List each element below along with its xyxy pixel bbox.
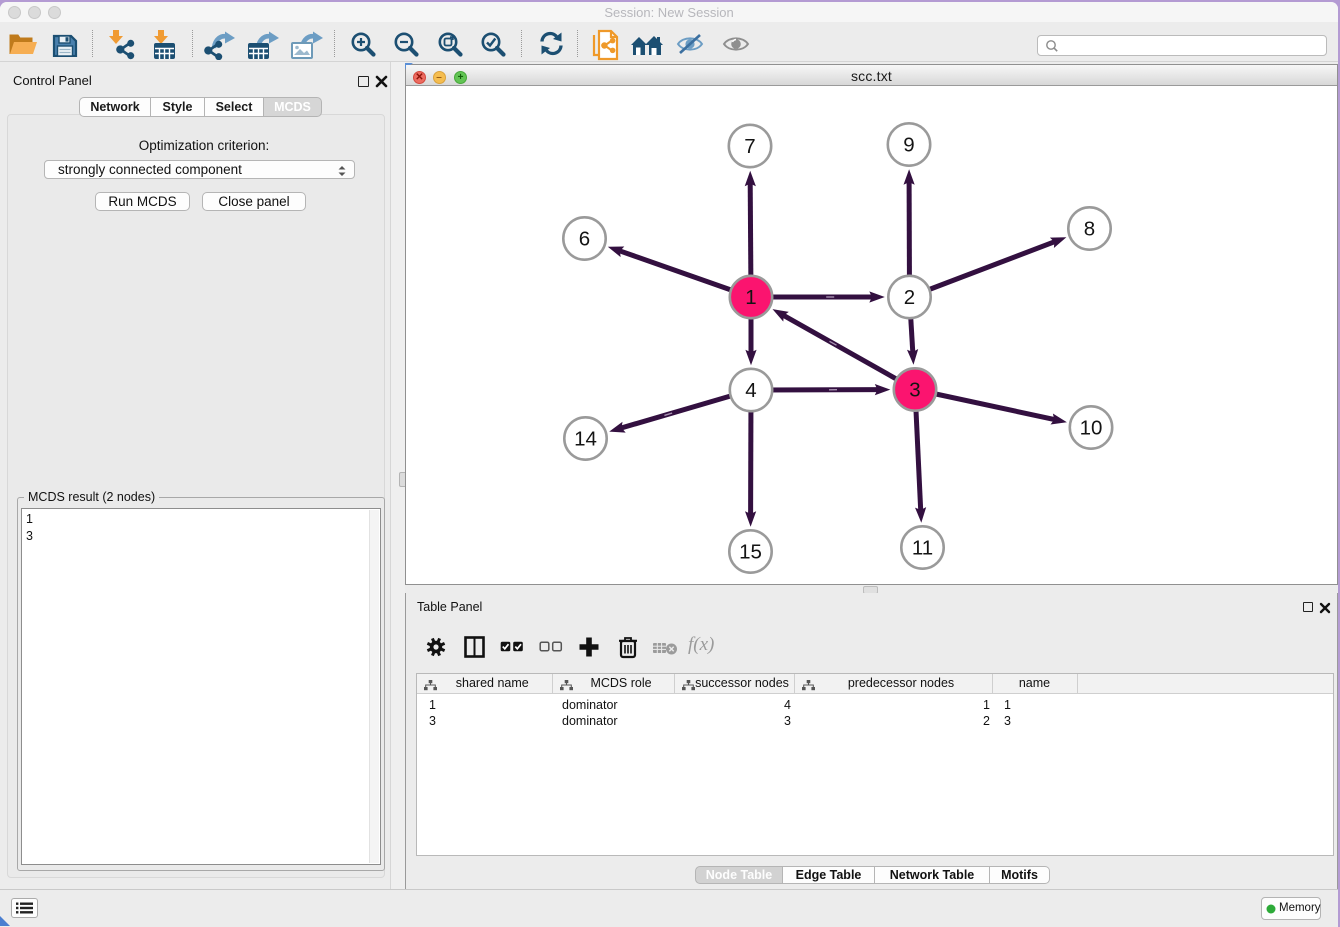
svg-text:2: 2	[904, 286, 915, 309]
svg-text:1: 1	[745, 286, 756, 309]
svg-text:14: 14	[574, 428, 597, 451]
svg-text:15: 15	[739, 541, 762, 564]
svg-text:6: 6	[579, 228, 590, 251]
svg-text:8: 8	[1084, 218, 1095, 241]
svg-text:10: 10	[1080, 417, 1103, 440]
svg-text:11: 11	[912, 537, 933, 560]
svg-text:9: 9	[903, 134, 914, 157]
svg-text:3: 3	[909, 379, 920, 402]
svg-text:4: 4	[745, 379, 756, 402]
svg-text:7: 7	[744, 135, 755, 158]
